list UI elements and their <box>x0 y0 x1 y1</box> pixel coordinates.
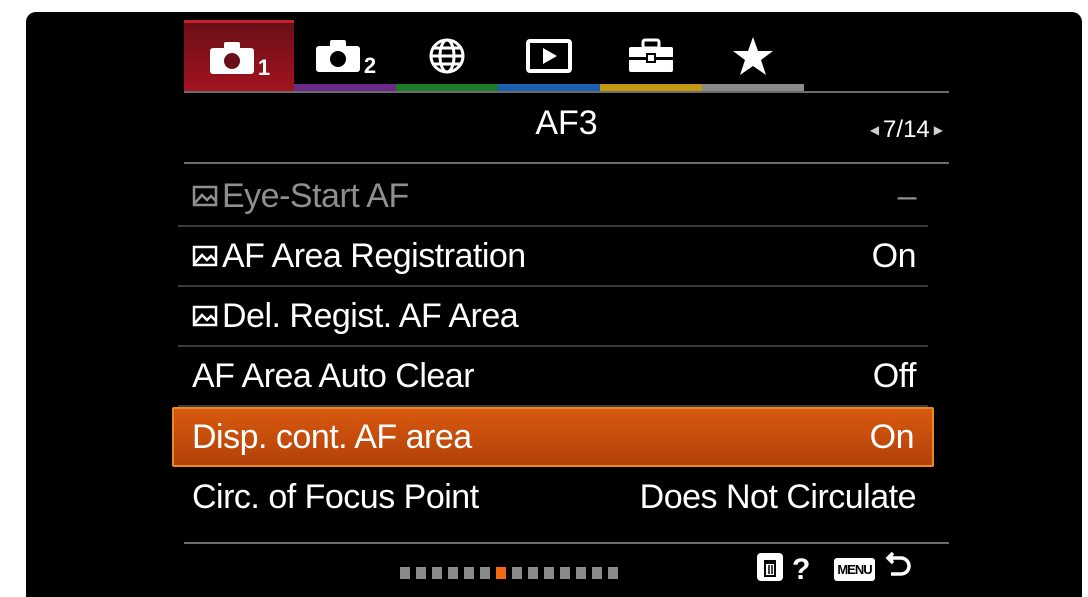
pager-dot <box>416 567 426 579</box>
menu-item-label: Circ. of Focus Point <box>192 477 479 516</box>
tab-divider <box>184 91 949 93</box>
menu-item-value: Does Not Circulate <box>639 477 917 516</box>
page-title: AF3 <box>535 104 598 142</box>
list-divider <box>184 542 949 544</box>
tab-sub-label: 1 <box>257 54 271 80</box>
tab-sub-label: 2 <box>363 53 377 78</box>
menu-item-label: AF Area Registration <box>222 236 526 275</box>
still-image-icon <box>192 245 218 267</box>
camera-icon <box>314 38 362 74</box>
left-arrow-icon[interactable]: ◀ <box>870 123 879 137</box>
menu-item-label: Del. Regist. AF Area <box>222 296 519 335</box>
menu-item-value: Off <box>872 356 917 395</box>
menu-item-del-regist-af-area[interactable]: Del. Regist. AF Area <box>178 287 928 347</box>
camera-menu-screen: 1 2 AF3 ◀ 7/14 ▶ Eye-Start AF – AF Area … <box>26 12 1082 597</box>
menu-item-circ-of-focus-point[interactable]: Circ. of Focus Point Does Not Circulate <box>178 467 928 527</box>
tab-my-menu[interactable] <box>702 20 804 92</box>
pager-dot <box>544 567 554 579</box>
star-icon <box>731 35 775 77</box>
tab-network[interactable] <box>396 20 498 92</box>
menu-item-disp-cont-af-area[interactable]: Disp. cont. AF area On <box>172 407 934 467</box>
menu-item-label: AF Area Auto Clear <box>192 356 475 395</box>
still-image-icon <box>192 185 218 207</box>
menu-button[interactable]: MENU <box>834 558 875 581</box>
menu-item-af-area-registration[interactable]: AF Area Registration On <box>178 227 928 287</box>
pager-dot <box>576 567 586 579</box>
pager-dot-current <box>496 567 506 579</box>
menu-item-label: Disp. cont. AF area <box>192 417 472 456</box>
pager-dot <box>560 567 570 579</box>
page-pager <box>400 567 618 579</box>
menu-tabs: 1 2 <box>184 20 804 92</box>
tab-shooting-1[interactable]: 1 <box>184 20 294 92</box>
help-label[interactable]: ? <box>792 553 810 587</box>
menu-list: Eye-Start AF – AF Area Registration On D… <box>172 167 934 527</box>
play-icon <box>526 38 572 74</box>
still-image-icon <box>192 305 218 327</box>
tab-setup[interactable] <box>600 20 702 92</box>
tab-shooting-2[interactable]: 2 <box>294 20 396 92</box>
menu-item-value: On <box>869 417 915 456</box>
menu-header: AF3 ◀ 7/14 ▶ <box>184 96 949 162</box>
footer-controls: ? MENU <box>756 551 913 587</box>
page-indicator: ◀ 7/14 ▶ <box>870 116 943 144</box>
pager-dot <box>480 567 490 579</box>
toolbox-icon <box>627 38 675 74</box>
pager-dot <box>592 567 602 579</box>
tab-playback[interactable] <box>498 20 600 92</box>
pager-dot <box>448 567 458 579</box>
camera-icon <box>208 40 256 76</box>
menu-item-af-area-auto-clear[interactable]: AF Area Auto Clear Off <box>178 347 928 407</box>
pager-dot <box>400 567 410 579</box>
right-arrow-icon[interactable]: ▶ <box>934 123 943 137</box>
pager-dot <box>608 567 618 579</box>
pager-dot <box>432 567 442 579</box>
menu-item-eye-start-af[interactable]: Eye-Start AF – <box>178 167 928 227</box>
menu-item-label: Eye-Start AF <box>222 176 409 215</box>
globe-icon <box>427 36 467 76</box>
menu-item-value: – <box>897 176 917 215</box>
pager-dot <box>512 567 522 579</box>
trash-icon[interactable] <box>756 552 784 587</box>
back-arrow-icon[interactable] <box>883 551 913 587</box>
header-divider <box>184 162 949 164</box>
page-number: 7/14 <box>883 116 930 143</box>
pager-dot <box>464 567 474 579</box>
pager-dot <box>528 567 538 579</box>
menu-item-value: On <box>871 236 917 275</box>
